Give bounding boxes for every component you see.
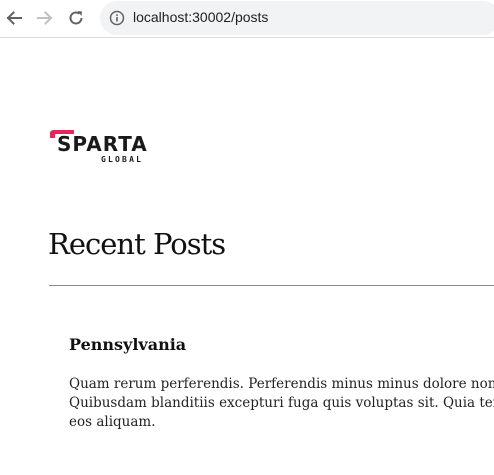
reload-icon [69, 11, 83, 25]
info-icon[interactable] [109, 10, 125, 26]
page-title: Recent Posts [48, 227, 226, 261]
title-divider [49, 285, 494, 286]
post-body-line: Quam rerum perferendis. Perferendis minu… [69, 376, 494, 392]
forward-arrow-icon [37, 11, 53, 25]
back-arrow-icon [6, 11, 22, 25]
logo-wordmark: SPARTA [57, 132, 148, 156]
back-button[interactable] [3, 7, 25, 29]
post-body: Quam rerum perferendis. Perferendis minu… [69, 375, 494, 432]
post-body-line: Quibusdam blanditiis excepturi fuga quis… [69, 395, 494, 411]
post-title[interactable]: Pennsylvania [69, 335, 186, 355]
address-bar[interactable]: localhost:30002/posts [100, 1, 494, 35]
forward-button[interactable] [34, 7, 56, 29]
post-body-line: eos aliquam. [69, 414, 156, 430]
url-text[interactable]: localhost:30002/posts [133, 9, 268, 25]
reload-button[interactable] [65, 7, 87, 29]
browser-toolbar: localhost:30002/posts [0, 0, 494, 38]
sparta-global-logo: SPARTA GLOBAL [48, 128, 152, 168]
logo-subtext: GLOBAL [101, 155, 144, 164]
